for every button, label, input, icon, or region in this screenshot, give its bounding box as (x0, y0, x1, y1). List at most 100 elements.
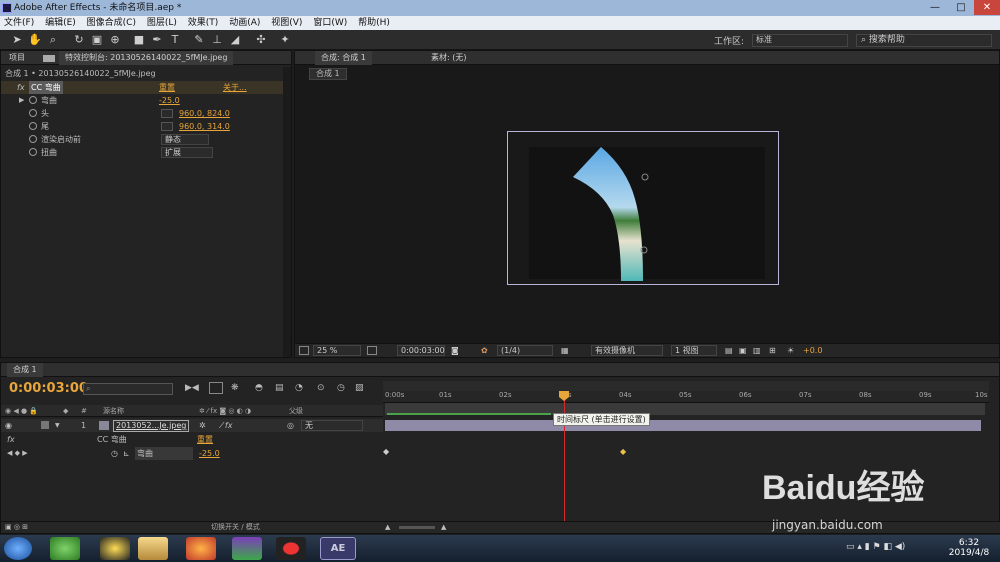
effects-scrollbar[interactable] (283, 67, 291, 357)
parent-header[interactable]: 父级 (289, 405, 303, 417)
fx-switch-icon[interactable]: ⁄ fx (221, 419, 232, 432)
expand-arrow-icon[interactable]: ▼ (55, 419, 60, 432)
timeline-effect-reset[interactable]: 重置 (197, 433, 213, 446)
after-effects-taskbar-button[interactable]: AE (320, 537, 356, 560)
resolution-select[interactable]: (1/4) (497, 345, 553, 356)
safe-zones-icon[interactable] (367, 346, 377, 355)
distortion-select[interactable]: 扩展 (161, 147, 213, 158)
prop-bend-value[interactable]: -25.0 (159, 94, 180, 107)
property-row[interactable]: ◀ ◆ ▶ ◷ ⊾ 弯曲 -25.0 (1, 447, 383, 460)
navigator-bar[interactable] (383, 381, 989, 391)
timeline-icon[interactable]: ▥ (753, 344, 761, 357)
pen-tool-icon[interactable]: ✒ (150, 33, 164, 47)
toggle-pixel-icon[interactable]: ▤ (725, 344, 733, 357)
stopwatch-icon[interactable] (29, 135, 37, 143)
camera-select[interactable]: 有效摄像机 (591, 345, 663, 356)
menu-animation[interactable]: 动画(A) (225, 16, 264, 30)
auto-keyframe-icon[interactable]: ▨ (355, 383, 364, 393)
timeline-zoom-slider[interactable] (399, 526, 435, 529)
tab-composition[interactable]: 合成: 合成 1 (315, 51, 372, 65)
camera-tool-icon[interactable]: ▣ (90, 33, 104, 47)
zoom-select[interactable]: 25 % (313, 345, 361, 356)
views-select[interactable]: 1 视图 (671, 345, 717, 356)
tab-footage[interactable]: 素材: (无) (431, 51, 466, 65)
layer-color-label[interactable] (41, 421, 49, 429)
bent-image-layer[interactable] (565, 147, 675, 281)
region-icon[interactable] (299, 346, 309, 355)
draft-3d-icon[interactable]: ❋ (231, 383, 239, 393)
effect-about-link[interactable]: 关于... (223, 81, 247, 94)
comp-mini-flowchart-icon[interactable]: ▶◀ (185, 383, 199, 393)
point-target-icon[interactable] (161, 122, 173, 131)
stopwatch-icon[interactable]: ◷ (111, 447, 118, 460)
shy-icon[interactable]: ◓ (255, 383, 263, 393)
graph-icon[interactable]: ⊾ (123, 447, 130, 460)
menu-layer[interactable]: 图层(L) (143, 16, 181, 30)
stopwatch-icon[interactable] (29, 109, 37, 117)
menu-composition[interactable]: 图像合成(C) (83, 16, 140, 30)
browser-360-icon[interactable] (50, 537, 80, 560)
clock[interactable]: 6:32 2019/4/8 (944, 538, 994, 558)
minimize-button[interactable]: — (922, 0, 948, 15)
viewer-timecode[interactable]: 0:00:03:00 (397, 345, 445, 356)
tray-icons[interactable]: ▭ ▴ ▮ ⚑ ◧ ◀) (846, 542, 905, 552)
exposure-value[interactable]: +0.0 (803, 344, 822, 357)
parent-select[interactable]: 无 (301, 420, 363, 431)
expand-arrow-icon[interactable]: ▶ (19, 94, 24, 107)
media-player-icon[interactable] (232, 537, 262, 560)
layer-name[interactable]: 2013052...Je.jpeg (113, 420, 190, 432)
zoom-out-icon[interactable]: ▲ (385, 522, 390, 533)
prop-head-value[interactable]: 960.0, 824.0 (179, 107, 230, 120)
footer-toggle-icons[interactable]: ▣ ◎ ⊞ (5, 522, 28, 533)
menu-help[interactable]: 帮助(H) (354, 16, 394, 30)
zoom-tool-icon[interactable]: ⌕ (46, 33, 60, 47)
effect-reset-link[interactable]: 重置 (159, 81, 175, 94)
tab-effect-controls[interactable]: 特效控制台: 20130526140022_5fMJe.jpeg (59, 51, 234, 65)
brainstorm-icon[interactable]: ◷ (337, 383, 345, 393)
menu-edit[interactable]: 编辑(E) (41, 16, 80, 30)
workspace-select[interactable]: 标准 (752, 34, 848, 47)
brush-tool-icon[interactable]: ✎ (192, 33, 206, 47)
layer-row[interactable]: ◉ ▼ 1 2013052...Je.jpeg ✲ ⁄ fx ◎ 无 (1, 419, 383, 432)
menu-effect[interactable]: 效果(T) (184, 16, 223, 30)
text-tool-icon[interactable]: T (168, 33, 182, 47)
current-time[interactable]: 0:00:03:00 (9, 381, 88, 396)
motion-blur-icon[interactable]: ◔ (295, 383, 303, 393)
point-target-icon[interactable] (161, 109, 173, 118)
menu-file[interactable]: 文件(F) (0, 16, 38, 30)
live-update-icon[interactable] (209, 382, 223, 394)
render-prestart-select[interactable]: 静态 (161, 134, 209, 145)
flowchart-icon[interactable]: ⊞ (769, 344, 776, 357)
layer-duration-bar[interactable] (385, 420, 981, 431)
maximize-button[interactable]: □ (948, 0, 974, 15)
exposure-icon[interactable]: ☀ (787, 344, 794, 357)
toggle-switches-modes[interactable]: 切换开关 / 模式 (211, 522, 260, 533)
hand-tool-icon[interactable]: ✋ (28, 33, 42, 47)
fx-icon[interactable]: fx (17, 81, 25, 94)
channels-icon[interactable]: ✿ (481, 344, 488, 357)
roi-icon[interactable]: ▦ (561, 344, 569, 357)
keyframe-diamond[interactable]: ◆ (620, 447, 626, 456)
lock-icon[interactable] (43, 55, 55, 62)
help-search-input[interactable]: ⌕ 搜索帮助 (856, 34, 992, 47)
timeline-effect-name[interactable]: CC 弯曲 (97, 433, 127, 446)
eye-icon[interactable]: ◉ (5, 419, 12, 432)
selection-tool-icon[interactable]: ➤ (10, 33, 24, 47)
menu-view[interactable]: 视图(V) (267, 16, 306, 30)
source-name-header[interactable]: 源名称 (103, 405, 124, 417)
collapse-switch-icon[interactable]: ✲ (199, 419, 206, 432)
roto-brush-icon[interactable]: ✣ (254, 33, 268, 47)
keyframe-diamond[interactable]: ◆ (383, 447, 389, 456)
close-button[interactable]: ✕ (974, 0, 1000, 15)
keyframe-navigator-icon[interactable]: ◀ ◆ ▶ (7, 447, 28, 460)
stopwatch-icon[interactable] (29, 122, 37, 130)
prop-tail-value[interactable]: 960.0, 314.0 (179, 120, 230, 133)
rectangle-tool-icon[interactable]: ■ (132, 33, 146, 47)
time-ruler[interactable]: 0:00s 01s 02s 03s 04s 05s 06s 07s 08s 09… (383, 391, 989, 403)
timeline-prop-value[interactable]: -25.0 (199, 447, 220, 460)
stopwatch-icon[interactable] (29, 96, 37, 104)
fx-icon[interactable]: fx (7, 433, 15, 446)
menu-window[interactable]: 窗口(W) (309, 16, 351, 30)
pan-behind-tool-icon[interactable]: ⊕ (108, 33, 122, 47)
tab-project[interactable]: 项目 (9, 51, 25, 65)
